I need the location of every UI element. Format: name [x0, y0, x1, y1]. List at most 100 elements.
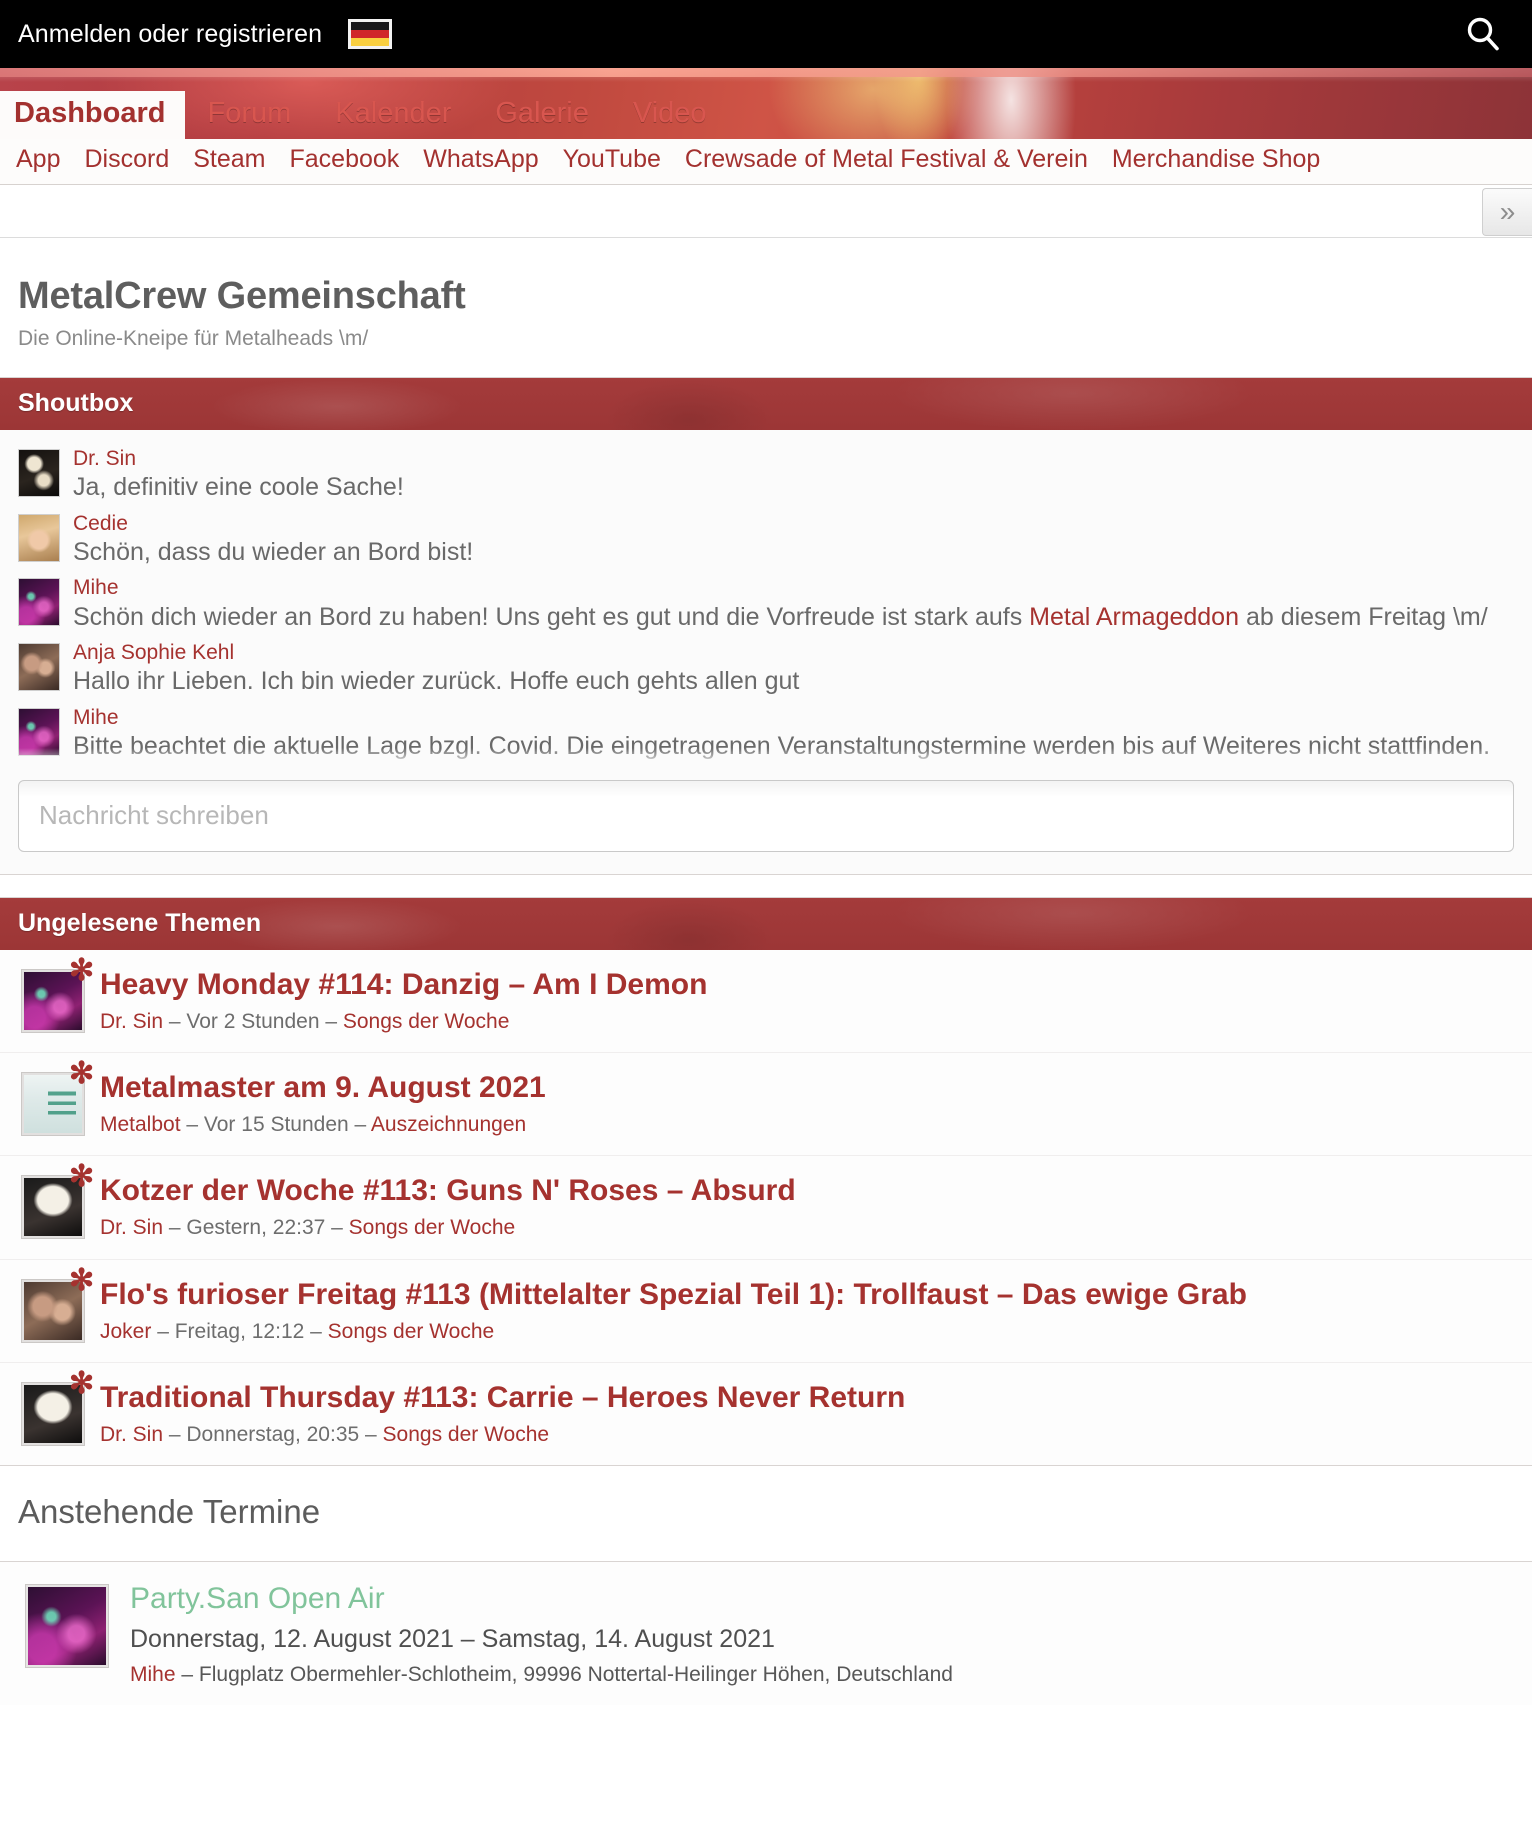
thread-author-link[interactable]: Dr. Sin — [100, 1216, 163, 1239]
thread-avatar-wrap: ✻ — [21, 1265, 94, 1343]
subnav-item-merchandise[interactable]: Merchandise Shop — [1100, 145, 1332, 174]
shoutbox-username[interactable]: Mihe — [73, 575, 1514, 601]
thread-row[interactable]: ✻ Flo's furioser Freitag #113 (Mittelalte… — [0, 1260, 1532, 1364]
thread-meta-separator: – — [325, 1216, 349, 1240]
event-date: Donnerstag, 12. August 2021 – Samstag, 1… — [130, 1625, 775, 1654]
avatar[interactable] — [18, 643, 60, 692]
event-meta-separator: – — [175, 1663, 199, 1687]
thread-body: Metalmaster am 9. August 2021 Metalbot – … — [100, 1069, 1514, 1137]
thread-row[interactable]: ✻ Kotzer der Woche #113: Guns N' Roses – … — [0, 1156, 1532, 1260]
shoutbox-message: Cedie Schön, dass du wieder an Bord bist! — [18, 507, 1514, 572]
unread-threads-header: Ungelesene Themen — [0, 897, 1532, 950]
shoutbox-message-list[interactable]: Dr. Sin Ja, definitiv eine coole Sache! Ce… — [0, 429, 1532, 766]
thread-category-link[interactable]: Songs der Woche — [349, 1216, 516, 1239]
unread-marker-icon: ✻ — [69, 1160, 95, 1194]
thread-meta-separator: – — [348, 1113, 371, 1137]
thread-meta-separator: – — [163, 1216, 187, 1240]
avatar[interactable] — [18, 513, 60, 562]
shoutbox-header: Shoutbox — [0, 377, 1532, 430]
thread-meta: Dr. Sin – Vor 2 Stunden – Songs der Woch… — [100, 1009, 1514, 1034]
unread-threads-panel: Ungelesene Themen ✻ Heavy Monday #114: Da… — [0, 896, 1532, 1467]
shoutbox-message: Dr. Sin Ja, definitiv eine coole Sache! — [18, 442, 1514, 507]
top-bar: Anmelden oder registrieren — [0, 0, 1532, 68]
thread-author-link[interactable]: Metalbot — [100, 1113, 181, 1136]
search-icon[interactable] — [1460, 11, 1506, 57]
tab-kalender[interactable]: Kalender — [313, 91, 473, 139]
thread-author-link[interactable]: Dr. Sin — [100, 1423, 163, 1446]
thread-row[interactable]: ✻ Heavy Monday #114: Danzig – Am I Demon D… — [0, 950, 1532, 1053]
unread-marker-icon: ✻ — [69, 1367, 95, 1401]
thread-row[interactable]: ✻ Metalmaster am 9. August 2021 Metalbot –… — [0, 1053, 1532, 1157]
unread-marker-icon: ✻ — [69, 1263, 95, 1297]
shoutbox-username[interactable]: Anja Sophie Kehl — [73, 640, 1514, 666]
thread-meta: Metalbot – Vor 15 Stunden – Auszeichnung… — [100, 1112, 1514, 1137]
event-list: Party.San Open Air Donnerstag, 12. August… — [0, 1562, 1532, 1706]
subnav-item-app[interactable]: App — [16, 145, 72, 174]
shoutbox-message-input[interactable] — [18, 779, 1514, 852]
thread-category-link[interactable]: Auszeichnungen — [371, 1113, 526, 1136]
thread-body: Heavy Monday #114: Danzig – Am I Demon Dr… — [100, 966, 1514, 1034]
shoutbox-panel: Shoutbox Dr. Sin Ja, definitiv eine coole… — [0, 376, 1532, 875]
avatar[interactable] — [18, 448, 60, 497]
shoutbox-message-body: Anja Sophie Kehl Hallo ihr Lieben. Ich bi… — [73, 640, 1514, 696]
shoutbox-username[interactable]: Mihe — [73, 705, 1514, 731]
sub-navigation: App Discord Steam Facebook WhatsApp YouT… — [0, 139, 1532, 185]
subnav-item-facebook[interactable]: Facebook — [278, 145, 412, 174]
shoutbox-username[interactable]: Dr. Sin — [73, 446, 1514, 472]
subnav-item-youtube[interactable]: YouTube — [551, 145, 673, 174]
thread-title-link[interactable]: Flo's furioser Freitag #113 (Mittelalter… — [100, 1278, 1514, 1312]
subnav-item-whatsapp[interactable]: WhatsApp — [411, 145, 550, 174]
thread-title-link[interactable]: Traditional Thursday #113: Carrie – Hero… — [100, 1381, 1514, 1415]
thread-body: Kotzer der Woche #113: Guns N' Roses – A… — [100, 1172, 1514, 1240]
expand-more-icon[interactable]: » — [1482, 188, 1532, 236]
avatar[interactable] — [25, 1583, 109, 1668]
thread-avatar-wrap: ✻ — [21, 955, 94, 1033]
thread-timestamp: Gestern, 22:37 — [186, 1216, 326, 1240]
shoutbox-input-row — [0, 765, 1532, 874]
thread-author-link[interactable]: Dr. Sin — [100, 1010, 163, 1033]
language-flag-icon[interactable] — [348, 19, 393, 49]
shoutbox-fade — [0, 747, 1532, 766]
tab-dashboard[interactable]: Dashboard — [0, 90, 186, 139]
thread-category-link[interactable]: Songs der Woche — [383, 1423, 550, 1446]
thread-category-link[interactable]: Songs der Woche — [343, 1010, 510, 1033]
unread-threads-header-label: Ungelesene Themen — [18, 909, 262, 938]
event-author-link[interactable]: Mihe — [130, 1663, 176, 1686]
thread-body: Traditional Thursday #113: Carrie – Hero… — [100, 1379, 1514, 1447]
thread-title-link[interactable]: Heavy Monday #114: Danzig – Am I Demon — [100, 968, 1514, 1002]
shoutbox-message-body: Dr. Sin Ja, definitiv eine coole Sache! — [73, 446, 1514, 502]
section-gap — [0, 874, 1532, 897]
tab-video[interactable]: Video — [611, 91, 729, 139]
tab-galerie[interactable]: Galerie — [473, 91, 611, 139]
event-location: Flugplatz Obermehler-Schlotheim, 99996 N… — [198, 1663, 953, 1687]
event-title-link[interactable]: Party.San Open Air — [130, 1582, 1514, 1617]
login-register-link[interactable]: Anmelden oder registrieren — [18, 20, 322, 49]
shoutbox-inline-link[interactable]: Metal Armageddon — [1029, 603, 1239, 631]
thread-timestamp: Vor 15 Stunden — [203, 1113, 349, 1137]
thread-timestamp: Freitag, 12:12 — [174, 1319, 305, 1343]
avatar[interactable] — [18, 578, 60, 627]
shoutbox-header-label: Shoutbox — [18, 389, 134, 418]
thread-author-link[interactable]: Joker — [100, 1320, 151, 1343]
main-tabs: Dashboard Forum Kalender Galerie Video — [0, 90, 729, 139]
event-row[interactable]: Party.San Open Air Donnerstag, 12. August… — [0, 1562, 1532, 1706]
subnav-item-crewsade[interactable]: Crewsade of Metal Festival & Verein — [673, 145, 1100, 174]
thread-meta-separator: – — [304, 1319, 328, 1343]
thread-avatar-wrap: ✻ — [21, 1058, 94, 1136]
subnav-item-discord[interactable]: Discord — [72, 145, 181, 174]
thread-timestamp: Donnerstag, 20:35 — [186, 1423, 360, 1447]
thread-row[interactable]: ✻ Traditional Thursday #113: Carrie – Her… — [0, 1363, 1532, 1465]
thread-body: Flo's furioser Freitag #113 (Mittelalter… — [100, 1276, 1514, 1344]
thread-category-link[interactable]: Songs der Woche — [328, 1320, 495, 1343]
shoutbox-message-text: Hallo ihr Lieben. Ich bin wieder zurück.… — [73, 667, 800, 696]
subnav-item-steam[interactable]: Steam — [181, 145, 277, 174]
thread-meta-separator: – — [180, 1113, 204, 1137]
thread-list: ✻ Heavy Monday #114: Danzig – Am I Demon D… — [0, 949, 1532, 1466]
thread-title-link[interactable]: Metalmaster am 9. August 2021 — [100, 1071, 1514, 1105]
event-location-line: Mihe – Flugplatz Obermehler-Schlotheim, … — [130, 1662, 1514, 1687]
tab-forum[interactable]: Forum — [185, 91, 313, 139]
thread-timestamp: Vor 2 Stunden — [186, 1009, 320, 1033]
page-header: MetalCrew Gemeinschaft Die Online-Kneipe… — [0, 238, 1532, 377]
shoutbox-username[interactable]: Cedie — [73, 511, 1514, 537]
thread-title-link[interactable]: Kotzer der Woche #113: Guns N' Roses – A… — [100, 1174, 1514, 1208]
